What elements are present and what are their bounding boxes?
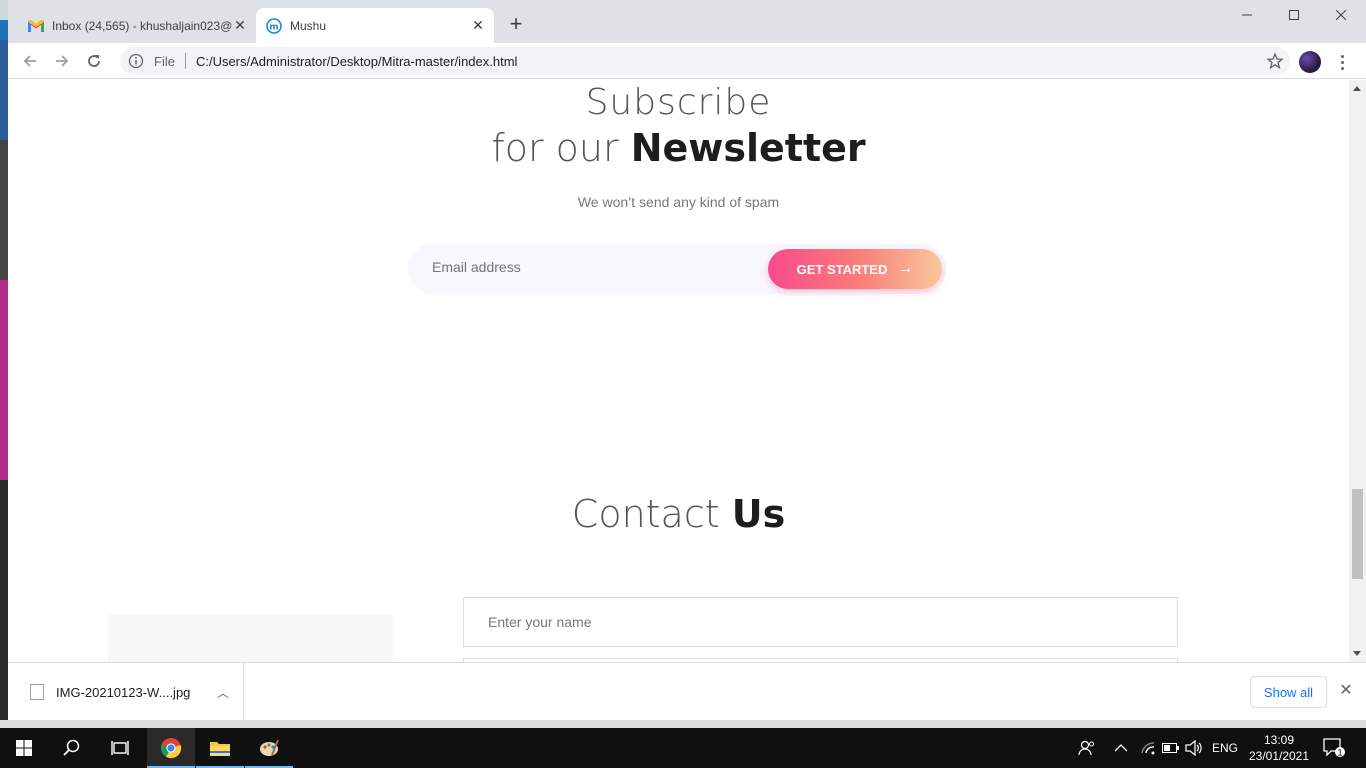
newsletter-heading-bold: Newsletter xyxy=(630,126,866,170)
desktop-background-strip xyxy=(0,720,1366,728)
minimize-icon[interactable] xyxy=(1224,4,1270,26)
system-clock[interactable]: 13:09 23/01/2021 xyxy=(1244,732,1314,764)
close-tab-icon[interactable]: ✕ xyxy=(470,17,486,34)
volume-icon[interactable] xyxy=(1185,728,1203,768)
maximize-icon[interactable] xyxy=(1271,4,1317,26)
show-hidden-icons-chevron-icon[interactable] xyxy=(1114,728,1128,768)
name-field[interactable]: Enter your name xyxy=(463,597,1178,647)
tab-gmail-inbox[interactable]: Inbox (24,565) - khushaljain023@ ✕ xyxy=(18,8,256,43)
chrome-taskbar-icon[interactable] xyxy=(147,728,195,768)
newsletter-heading-line1: Subscribe xyxy=(585,82,772,123)
page-viewport: Subscribe for our Newsletter We won’t se… xyxy=(8,80,1349,662)
clock-date: 23/01/2021 xyxy=(1248,749,1310,763)
mushu-icon: m xyxy=(266,17,282,34)
reload-icon[interactable] xyxy=(82,49,106,73)
close-tab-icon[interactable]: ✕ xyxy=(232,17,248,34)
contact-info-panel xyxy=(108,615,393,662)
browser-window: Inbox (24,565) - khushaljain023@ ✕ m Mus… xyxy=(8,0,1366,721)
forward-arrow-icon[interactable] xyxy=(50,49,74,73)
svg-text:m: m xyxy=(269,22,278,32)
search-icon[interactable] xyxy=(48,728,96,768)
notification-count-text: 1 xyxy=(1337,748,1342,758)
scrollbar-thumb[interactable] xyxy=(1352,489,1363,579)
windows-taskbar: ENG 13:09 23/01/2021 1 xyxy=(0,728,1366,768)
clock-time: 13:09 xyxy=(1263,733,1295,747)
bookmark-star-icon[interactable] xyxy=(1266,52,1284,70)
tab-title: Mushu xyxy=(290,18,327,33)
task-view-icon[interactable] xyxy=(96,728,144,768)
info-icon[interactable] xyxy=(128,53,144,69)
image-file-icon xyxy=(30,684,44,700)
wifi-icon[interactable] xyxy=(1140,728,1156,768)
chevron-up-icon[interactable]: ︿ xyxy=(217,684,229,701)
newsletter-heading-light: for our xyxy=(491,126,631,170)
desktop-background-strip xyxy=(0,0,8,720)
back-arrow-icon[interactable] xyxy=(18,49,42,73)
download-item[interactable]: IMG-20210123-W....jpg ︿ xyxy=(24,663,244,721)
email-input[interactable] xyxy=(432,259,752,275)
windows-start-icon[interactable] xyxy=(0,728,48,768)
language-indicator[interactable]: ENG xyxy=(1212,728,1238,768)
get-started-label: GET STARTED xyxy=(796,261,888,277)
newsletter-form: GET STARTED → xyxy=(408,244,946,294)
gmail-icon xyxy=(28,18,44,34)
tab-strip: Inbox (24,565) - khushaljain023@ ✕ m Mus… xyxy=(8,0,1366,43)
download-shelf: IMG-20210123-W....jpg ︿ Show all ✕ xyxy=(8,662,1366,721)
tab-title: Inbox (24,565) - khushaljain023@ xyxy=(52,18,232,33)
get-started-button[interactable]: GET STARTED → xyxy=(768,249,942,289)
close-window-icon[interactable] xyxy=(1318,4,1364,26)
name-placeholder: Enter your name xyxy=(488,614,592,630)
people-icon[interactable] xyxy=(1078,728,1096,768)
more-menu-icon[interactable] xyxy=(1334,51,1350,73)
battery-icon[interactable] xyxy=(1162,728,1180,768)
download-file-name: IMG-20210123-W....jpg xyxy=(56,684,191,700)
tab-mushu[interactable]: m Mushu ✕ xyxy=(256,8,494,43)
address-bar[interactable]: File C:/Users/Administrator/Desktop/Mitr… xyxy=(120,47,1290,75)
profile-avatar[interactable] xyxy=(1299,51,1321,73)
newsletter-subtitle: We won’t send any kind of spam xyxy=(577,194,780,210)
file-explorer-icon[interactable] xyxy=(196,728,244,768)
arrow-right-icon: → xyxy=(897,260,914,277)
close-icon[interactable]: ✕ xyxy=(1338,683,1354,699)
browser-toolbar: File C:/Users/Administrator/Desktop/Mitr… xyxy=(8,43,1366,79)
new-tab-plus-icon[interactable]: + xyxy=(506,13,526,35)
vertical-scrollbar[interactable] xyxy=(1349,80,1366,662)
divider xyxy=(184,53,186,69)
scroll-up-arrow-icon[interactable] xyxy=(1353,86,1361,91)
paint-app-icon[interactable] xyxy=(245,728,293,768)
contact-heading: Contact Us xyxy=(8,492,1349,536)
url-text[interactable]: C:/Users/Administrator/Desktop/Mitra-mas… xyxy=(196,54,1266,69)
scroll-down-arrow-icon[interactable] xyxy=(1353,651,1361,656)
show-all-button[interactable]: Show all xyxy=(1250,676,1327,708)
contact-heading-light: Contact xyxy=(571,492,732,536)
url-scheme-label: File xyxy=(154,53,175,69)
notification-center-icon[interactable]: 1 xyxy=(1322,728,1346,768)
newsletter-heading-line2: for our Newsletter xyxy=(8,126,1349,170)
contact-heading-bold: Us xyxy=(731,492,786,536)
